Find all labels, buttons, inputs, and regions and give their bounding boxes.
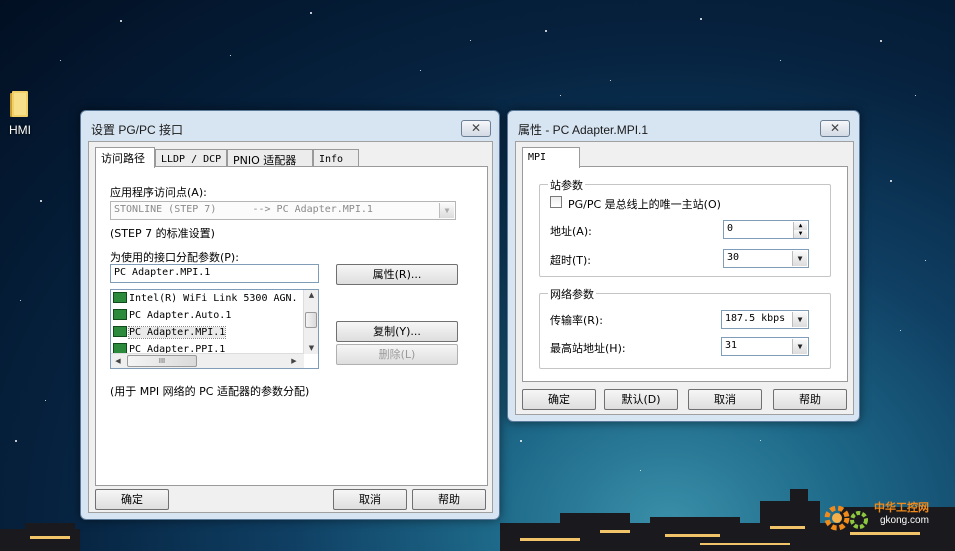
list-item[interactable]: PC Adapter.Auto.1 [113,307,231,324]
sole-master-checkbox[interactable] [550,196,562,208]
network-card-icon [113,292,127,303]
group-title: 站参数 [548,177,585,193]
window-client: MPI 站参数 PG/PC 是总线上的唯一主站(O) 地址(A): 0 ▲ ▼ … [515,141,854,415]
tab-pnio-adapter[interactable]: PNIO 适配器 [227,149,313,167]
ok-button[interactable]: 确定 [522,389,596,410]
window-titlebar[interactable]: 设置 PG/PC 接口 ✕ [81,111,499,141]
tab-info[interactable]: Info [313,149,359,167]
chevron-down-icon: ▼ [792,251,807,266]
window-titlebar[interactable]: 属性 - PC Adapter.MPI.1 ✕ [508,111,859,141]
scroll-up-icon[interactable]: ▲ [304,291,318,299]
close-button[interactable]: ✕ [461,120,491,137]
close-icon: ✕ [470,121,482,135]
access-path-page: 应用程序访问点(A): STONLINE (STEP 7) --> PC Ada… [95,166,488,486]
tab-access-path[interactable]: 访问路径 [95,147,155,168]
network-params-group: 网络参数 传输率(R): 187.5 kbps ▼ 最高站地址(H): 31 ▼ [539,286,831,369]
desktop-icon-label: HMI [9,123,31,137]
network-card-icon [113,326,127,337]
access-point-combo[interactable]: STONLINE (STEP 7) --> PC Adapter.MPI.1 ▼ [110,201,456,220]
address-stepper[interactable]: 0 ▲ ▼ [723,220,809,239]
spin-down-icon[interactable]: ▼ [793,230,807,238]
window-title: 设置 PG/PC 接口 [91,123,184,137]
copy-button[interactable]: 复制(Y)... [336,321,458,342]
interface-description: (用于 MPI 网络的 PC 适配器的参数分配) [110,385,310,398]
scroll-thumb[interactable]: III [127,355,197,367]
chevron-down-icon: ▼ [439,203,454,218]
tab-strip: MPI [522,147,722,168]
pgpc-interface-window: 设置 PG/PC 接口 ✕ 访问路径 LLDP / DCP PNIO 适配器 I… [80,110,500,520]
properties-button[interactable]: 属性(R)... [336,264,458,285]
close-icon: ✕ [829,121,841,135]
param-assignment-field[interactable]: PC Adapter.MPI.1 [110,264,319,283]
window-client: 访问路径 LLDP / DCP PNIO 适配器 Info 应用程序访问点(A)… [88,141,493,513]
param-assignment-label: 为使用的接口分配参数(P): [110,251,239,264]
interface-listbox[interactable]: Intel(R) WiFi Link 5300 AGN. PC Adapter.… [110,289,319,369]
cancel-button[interactable]: 取消 [688,389,762,410]
address-label: 地址(A): [550,225,592,238]
window-title: 属性 - PC Adapter.MPI.1 [518,123,649,137]
gear-icon [850,511,868,529]
tab-strip: 访问路径 LLDP / DCP PNIO 适配器 Info [95,147,475,168]
network-card-icon [113,309,127,320]
folder-icon [8,90,32,120]
highest-address-select[interactable]: 31 ▼ [721,337,809,356]
timeout-label: 超时(T): [550,254,592,267]
mpi-page: 站参数 PG/PC 是总线上的唯一主站(O) 地址(A): 0 ▲ ▼ 超时(T… [522,166,848,382]
station-params-group: 站参数 PG/PC 是总线上的唯一主站(O) 地址(A): 0 ▲ ▼ 超时(T… [539,177,831,277]
chevron-down-icon: ▼ [792,312,807,327]
properties-window: 属性 - PC Adapter.MPI.1 ✕ MPI 站参数 PG/PC 是总… [507,110,860,422]
watermark: 中华工控网 gkong.com [820,495,950,539]
scroll-left-icon[interactable]: ◀ [113,357,123,365]
watermark-site: gkong.com [880,515,929,526]
timeout-select[interactable]: 30 ▼ [723,249,809,268]
scroll-thumb[interactable] [305,312,317,328]
delete-button[interactable]: 删除(L) [336,344,458,365]
scroll-down-icon[interactable]: ▼ [304,344,318,352]
ok-button[interactable]: 确定 [95,489,169,510]
watermark-brand: 中华工控网 [874,501,929,514]
default-button[interactable]: 默认(D) [604,389,678,410]
tab-lldp-dcp[interactable]: LLDP / DCP [155,149,227,167]
chevron-down-icon: ▼ [792,339,807,354]
baud-rate-label: 传输率(R): [550,314,603,327]
highest-address-label: 最高站地址(H): [550,342,626,355]
help-button[interactable]: 帮助 [412,489,486,510]
tab-mpi[interactable]: MPI [522,147,580,168]
desktop-icon-hmi[interactable]: HMI [3,90,37,137]
close-button[interactable]: ✕ [820,120,850,137]
list-item[interactable]: Intel(R) WiFi Link 5300 AGN. [113,290,298,307]
scroll-right-icon[interactable]: ▶ [289,357,299,365]
baud-rate-select[interactable]: 187.5 kbps ▼ [721,310,809,329]
list-horizontal-scrollbar[interactable]: ◀ III ▶ [111,353,304,368]
access-point-label: 应用程序访问点(A): [110,186,207,199]
group-title: 网络参数 [548,286,596,302]
help-button[interactable]: 帮助 [773,389,847,410]
list-item[interactable]: PC Adapter.MPI.1 [113,324,227,341]
spin-up-icon[interactable]: ▲ [793,222,807,230]
step7-note: (STEP 7 的标准设置) [110,227,215,240]
sole-master-label: PG/PC 是总线上的唯一主站(O) [568,198,721,211]
cancel-button[interactable]: 取消 [333,489,407,510]
list-vertical-scrollbar[interactable]: ▲ ▼ [303,290,318,354]
